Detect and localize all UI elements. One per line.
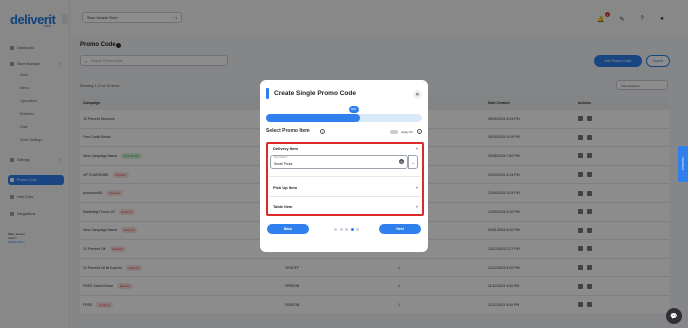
modal-title: Create Single Promo Code [274,90,356,97]
highlight-box [266,142,424,216]
back-button[interactable]: Back [267,224,309,234]
step-dot [339,228,343,231]
apply-all-toggle[interactable] [390,130,398,134]
close-icon: ✕ [415,91,420,98]
info-icon[interactable]: i [417,129,422,134]
step-dot [345,228,348,231]
step-dot [334,228,337,231]
progress-indicator: 60% [348,106,359,113]
info-icon[interactable]: i [320,129,325,134]
close-button[interactable]: ✕ [413,90,422,99]
chat-icon[interactable]: 💬 [666,308,682,324]
select-promo-item-label: Select Promo Item [266,128,310,134]
title-accent-bar [266,88,269,99]
step-dot [350,228,354,231]
next-button[interactable]: Next [379,224,421,234]
feedback-tab[interactable]: Feedback [678,146,688,182]
apply-all-label: Apply All [401,130,413,134]
progress-fill [266,114,360,122]
step-dot [356,228,359,231]
